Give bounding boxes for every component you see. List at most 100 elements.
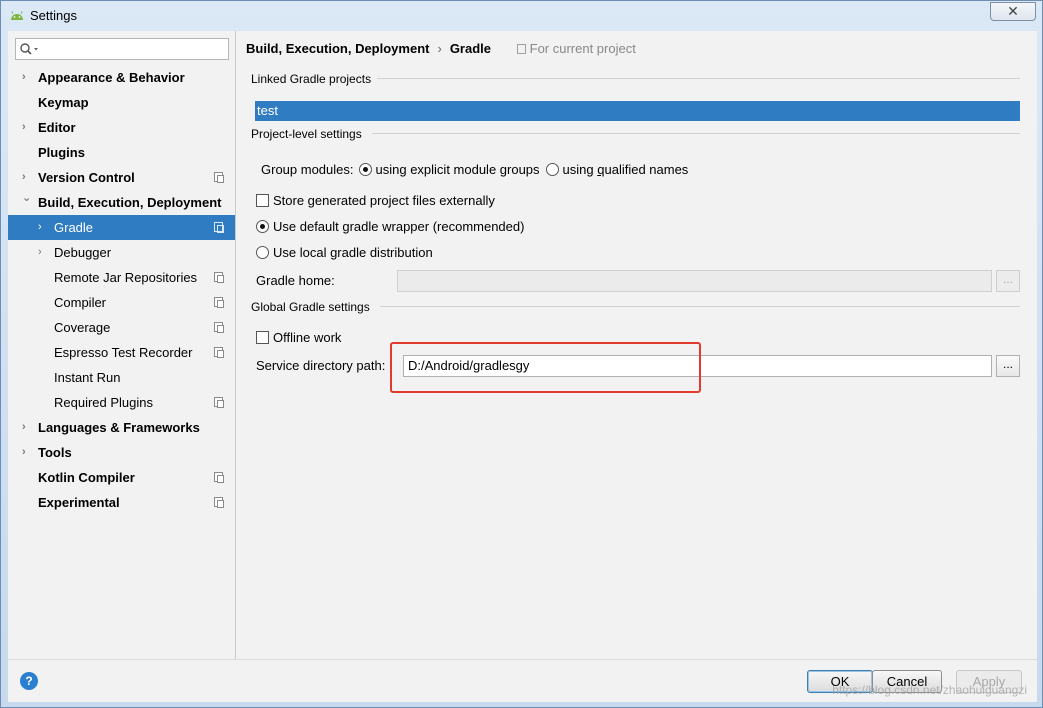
project-scope-icon xyxy=(214,272,224,283)
store-external-box xyxy=(256,194,269,207)
sidebar-item-label: Espresso Test Recorder xyxy=(54,345,193,360)
project-settings-divider xyxy=(372,133,1020,134)
sidebar-item-label: Coverage xyxy=(54,320,111,335)
linked-projects-divider xyxy=(377,78,1020,79)
window-title: Settings xyxy=(30,8,77,23)
radio-explicit-groups-indicator xyxy=(358,163,372,176)
search-input[interactable] xyxy=(15,38,229,60)
scope-label: For current project xyxy=(529,41,636,56)
chevron-right-icon[interactable]: › xyxy=(22,65,34,90)
radio-qualified-text-post: ualified names xyxy=(604,162,689,177)
radio-local-distribution-indicator xyxy=(256,246,269,259)
service-dir-field[interactable]: D:/Android/gradlesgy xyxy=(403,355,992,377)
gradle-home-field[interactable] xyxy=(397,270,992,292)
offline-work-label: Offline work xyxy=(273,330,342,345)
sidebar-item-espresso-test-recorder[interactable]: Espresso Test Recorder xyxy=(8,340,235,365)
sidebar-item-plugins[interactable]: Plugins xyxy=(8,140,235,165)
sidebar-item-remote-jar-repositories[interactable]: Remote Jar Repositories xyxy=(8,265,235,290)
close-window-button[interactable]: ✕ xyxy=(990,2,1036,21)
store-external-label: Store generated project files externally xyxy=(273,193,495,208)
sidebar-item-compiler[interactable]: Compiler xyxy=(8,290,235,315)
settings-sidebar: › Appearance & Behavior Keymap › Editor Plugi… xyxy=(8,31,236,659)
project-scope-icon xyxy=(214,297,224,308)
sidebar-item-kotlin-compiler[interactable]: Kotlin Compiler xyxy=(8,465,235,490)
chevron-right-icon[interactable]: › xyxy=(22,440,34,465)
sidebar-item-label: Editor xyxy=(38,120,76,135)
global-settings-divider xyxy=(380,306,1020,307)
project-scope-icon xyxy=(214,472,224,483)
settings-window: Settings ✕ › Appearance & Behavior Keymap ›… xyxy=(0,0,1043,708)
radio-default-wrapper-label: Use default gradle wrapper (recommended) xyxy=(273,219,525,234)
service-dir-browse-button[interactable]: ... xyxy=(996,355,1020,377)
sidebar-item-label: Experimental xyxy=(38,495,120,510)
project-scope-icon xyxy=(214,322,224,333)
global-settings-title: Global Gradle settings xyxy=(251,300,370,314)
sidebar-item-required-plugins[interactable]: Required Plugins xyxy=(8,390,235,415)
chevron-down-icon[interactable]: ⌄ xyxy=(22,186,34,211)
group-modules-row: Group modules: using explicit module gro… xyxy=(261,162,688,177)
store-external-checkbox[interactable]: Store generated project files externally xyxy=(256,193,495,208)
radio-explicit-groups[interactable]: using explicit module groups xyxy=(358,162,540,177)
sidebar-item-editor[interactable]: › Editor xyxy=(8,115,235,140)
project-scope-icon xyxy=(214,397,224,408)
dialog-client: › Appearance & Behavior Keymap › Editor Plugi… xyxy=(8,31,1037,702)
breadcrumb-current: Gradle xyxy=(449,41,491,56)
title-bar: Settings ✕ xyxy=(1,1,1042,31)
project-scope-icon xyxy=(214,172,224,183)
chevron-right-icon[interactable]: › xyxy=(22,415,34,440)
project-scope-icon xyxy=(214,222,224,233)
radio-local-distribution-label: Use local gradle distribution xyxy=(273,245,433,260)
sidebar-item-debugger[interactable]: › Debugger xyxy=(8,240,235,265)
help-icon[interactable]: ? xyxy=(20,672,38,690)
close-icon: ✕ xyxy=(1007,3,1019,19)
sidebar-item-label: Instant Run xyxy=(54,370,121,385)
radio-local-distribution[interactable]: Use local gradle distribution xyxy=(256,245,433,260)
search-icon xyxy=(20,43,38,55)
offline-work-checkbox[interactable]: Offline work xyxy=(256,330,341,345)
project-scope-icon xyxy=(214,347,224,358)
sidebar-item-label: Version Control xyxy=(38,170,135,185)
sidebar-item-label: Kotlin Compiler xyxy=(38,470,135,485)
gradle-settings-panel: Build, Execution, Deployment › Gradle For … xyxy=(237,31,1037,659)
sidebar-item-label: Remote Jar Repositories xyxy=(54,270,198,285)
project-scope-icon xyxy=(214,497,224,508)
sidebar-item-instant-run[interactable]: Instant Run xyxy=(8,365,235,390)
radio-qualified-text-pre: using xyxy=(562,162,598,177)
sidebar-item-gradle[interactable]: › Gradle xyxy=(8,215,235,240)
service-dir-label: Service directory path: xyxy=(256,358,386,373)
sidebar-item-tools[interactable]: › Tools xyxy=(8,440,235,465)
sidebar-item-experimental[interactable]: Experimental xyxy=(8,490,235,515)
linked-project-item[interactable]: test xyxy=(255,101,1020,121)
linked-projects-title: Linked Gradle projects xyxy=(251,72,372,86)
group-modules-label: Group modules: xyxy=(261,162,354,177)
android-studio-icon xyxy=(11,11,23,20)
sidebar-item-version-control[interactable]: › Version Control xyxy=(8,165,235,190)
chevron-right-icon[interactable]: › xyxy=(38,215,50,240)
sidebar-item-label: Build, Execution, Deployment xyxy=(38,195,222,210)
project-settings-title: Project-level settings xyxy=(251,127,362,141)
gradle-home-browse-button[interactable]: ... xyxy=(996,270,1020,292)
sidebar-item-build-execution-deployment[interactable]: ⌄ Build, Execution, Deployment xyxy=(8,190,235,215)
scope-indicator: For current project xyxy=(516,41,636,56)
sidebar-item-label: Languages & Frameworks xyxy=(38,420,200,435)
watermark-text: https://blog.csdn.net/zhaohuiguangzi xyxy=(832,683,1027,697)
sidebar-item-keymap[interactable]: Keymap xyxy=(8,90,235,115)
radio-explicit-groups-label: using explicit module groups xyxy=(375,162,540,177)
radio-default-wrapper[interactable]: Use default gradle wrapper (recommended) xyxy=(256,219,524,234)
sidebar-item-appearance-behavior[interactable]: › Appearance & Behavior xyxy=(8,65,235,90)
radio-qualified-names-indicator xyxy=(545,163,559,176)
sidebar-item-label: Compiler xyxy=(54,295,107,310)
sidebar-item-label: Keymap xyxy=(38,95,89,110)
breadcrumb-parent[interactable]: Build, Execution, Deployment xyxy=(246,41,429,56)
sidebar-item-coverage[interactable]: Coverage xyxy=(8,315,235,340)
sidebar-item-label: Debugger xyxy=(54,245,112,260)
gradle-home-label: Gradle home: xyxy=(256,273,335,288)
breadcrumb: Build, Execution, Deployment › Gradle For … xyxy=(246,41,636,57)
sidebar-item-label: Tools xyxy=(38,445,72,460)
settings-tree: › Appearance & Behavior Keymap › Editor Plugi… xyxy=(8,65,235,515)
radio-qualified-names[interactable]: using qualified names xyxy=(545,162,689,177)
sidebar-item-label: Plugins xyxy=(38,145,85,160)
chevron-right-icon[interactable]: › xyxy=(22,115,34,140)
sidebar-item-languages-frameworks[interactable]: › Languages & Frameworks xyxy=(8,415,235,440)
chevron-right-icon[interactable]: › xyxy=(38,240,50,265)
